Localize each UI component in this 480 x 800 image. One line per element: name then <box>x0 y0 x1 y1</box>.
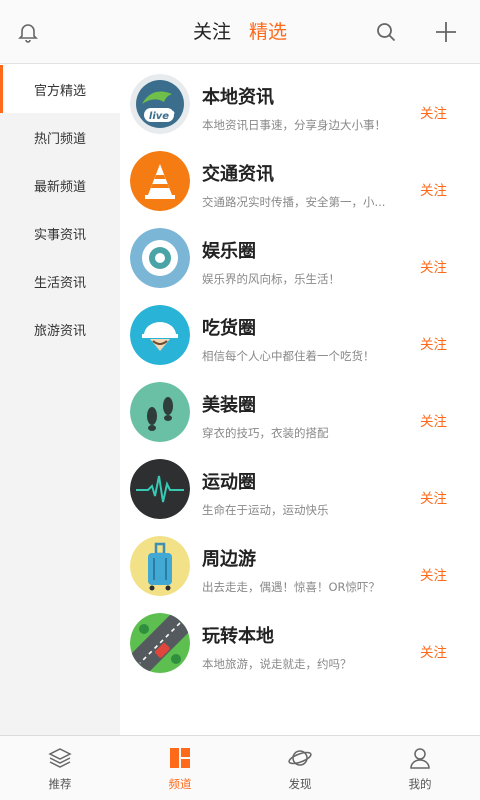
sidebar-item-life-news[interactable]: 生活资讯 <box>0 257 120 305</box>
follow-button[interactable]: 关注 <box>420 564 447 584</box>
channel-title: 交通资讯 <box>202 164 274 185</box>
tab-follow[interactable]: 关注 <box>193 17 231 44</box>
nav-label: 我的 <box>408 777 432 791</box>
channel-description: 出去走走，偶遇！惊喜！OR惊吓？ <box>202 580 381 594</box>
channel-title: 本地资讯 <box>202 87 274 108</box>
chef-hat-icon <box>130 305 190 365</box>
nav-label: 推荐 <box>48 777 72 791</box>
category-sidebar: 官方精选 热门频道 最新频道 实事资讯 生活资讯 旅游资讯 <box>0 65 120 735</box>
planet-icon <box>288 746 312 770</box>
follow-button[interactable]: 关注 <box>420 102 447 122</box>
list-item[interactable]: 周边游 出去走走，偶遇！惊喜！OR惊吓？ 关注 <box>120 527 480 604</box>
nav-label: 频道 <box>168 777 192 791</box>
list-item[interactable]: 吃货圈 相信每个人心中都住着一个吃货！ 关注 <box>120 296 480 373</box>
header-tabs: 关注 精选 <box>0 17 480 44</box>
sidebar-item-current-news[interactable]: 实事资讯 <box>0 209 120 257</box>
channel-title: 运动圈 <box>202 472 256 493</box>
follow-button[interactable]: 关注 <box>420 641 447 661</box>
sidebar-item-label: 实事资讯 <box>33 227 86 243</box>
follow-button[interactable]: 关注 <box>420 179 447 199</box>
follow-button[interactable]: 关注 <box>420 410 447 430</box>
channel-description: 本地旅游，说走就走，约吗？ <box>202 657 352 671</box>
layers-icon <box>48 746 72 770</box>
channel-list: live 本地资讯 本地资讯日事速，分享身边大小事！ 关注 交通资讯 交通路况实… <box>120 65 480 681</box>
sidebar-item-travel-news[interactable]: 旅游资讯 <box>0 305 120 353</box>
list-item[interactable]: 运动圈 生命在于运动，运动快乐 关注 <box>120 450 480 527</box>
follow-button[interactable]: 关注 <box>420 333 447 353</box>
channel-title: 周边游 <box>202 549 256 570</box>
sidebar-item-label: 热门频道 <box>33 131 86 147</box>
channel-description: 本地资讯日事速，分享身边大小事！ <box>202 118 386 132</box>
search-icon[interactable] <box>372 18 400 46</box>
channel-title: 吃货圈 <box>202 318 256 339</box>
channel-description: 穿衣的技巧，衣装的搭配 <box>202 426 329 440</box>
sidebar-item-label: 旅游资讯 <box>33 323 86 339</box>
list-item[interactable]: 美装圈 穿衣的技巧，衣装的搭配 关注 <box>120 373 480 450</box>
list-item[interactable]: 交通资讯 交通路况实时传播，安全第一，小... 关注 <box>120 142 480 219</box>
bottom-nav: 推荐 频道 发现 我的 <box>0 735 480 800</box>
tab-selected[interactable]: 精选 <box>249 17 287 44</box>
suitcase-icon <box>130 536 190 596</box>
grid-icon <box>168 746 192 770</box>
channel-description: 娱乐界的风向标，乐生活！ <box>202 272 340 286</box>
nav-channels[interactable]: 频道 <box>120 736 240 800</box>
eye-icon <box>130 228 190 288</box>
heartbeat-icon <box>130 459 190 519</box>
plus-icon[interactable] <box>432 18 460 46</box>
nav-discover[interactable]: 发现 <box>240 736 360 800</box>
list-item[interactable]: 玩转本地 本地旅游，说走就走，约吗？ 关注 <box>120 604 480 681</box>
channel-description: 相信每个人心中都住着一个吃货！ <box>202 349 375 363</box>
nav-me[interactable]: 我的 <box>360 736 480 800</box>
traffic-cone-icon <box>130 151 190 211</box>
svg-text:live: live <box>149 111 169 122</box>
nav-recommend[interactable]: 推荐 <box>0 736 120 800</box>
person-icon <box>408 746 432 770</box>
follow-button[interactable]: 关注 <box>420 256 447 276</box>
sidebar-item-hot-channels[interactable]: 热门频道 <box>0 113 120 161</box>
live-globe-icon: live <box>130 74 190 134</box>
channel-title: 娱乐圈 <box>202 241 256 262</box>
channel-description: 交通路况实时传播，安全第一，小... <box>202 195 386 209</box>
channel-title: 玩转本地 <box>202 626 274 647</box>
sidebar-item-label: 最新频道 <box>33 179 86 195</box>
list-item[interactable]: live 本地资讯 本地资讯日事速，分享身边大小事！ 关注 <box>120 65 480 142</box>
channel-title: 美装圈 <box>202 395 256 416</box>
sidebar-item-label: 官方精选 <box>33 83 86 99</box>
sidebar-item-official-picks[interactable]: 官方精选 <box>0 65 120 113</box>
list-item[interactable]: 娱乐圈 娱乐界的风向标，乐生活！ 关注 <box>120 219 480 296</box>
channel-description: 生命在于运动，运动快乐 <box>202 503 329 517</box>
sidebar-item-new-channels[interactable]: 最新频道 <box>0 161 120 209</box>
follow-button[interactable]: 关注 <box>420 487 447 507</box>
road-car-icon <box>130 613 190 673</box>
top-bar: 关注 精选 <box>0 0 480 64</box>
sidebar-item-label: 生活资讯 <box>33 275 86 291</box>
nav-label: 发现 <box>288 777 312 791</box>
footprints-icon <box>130 382 190 442</box>
